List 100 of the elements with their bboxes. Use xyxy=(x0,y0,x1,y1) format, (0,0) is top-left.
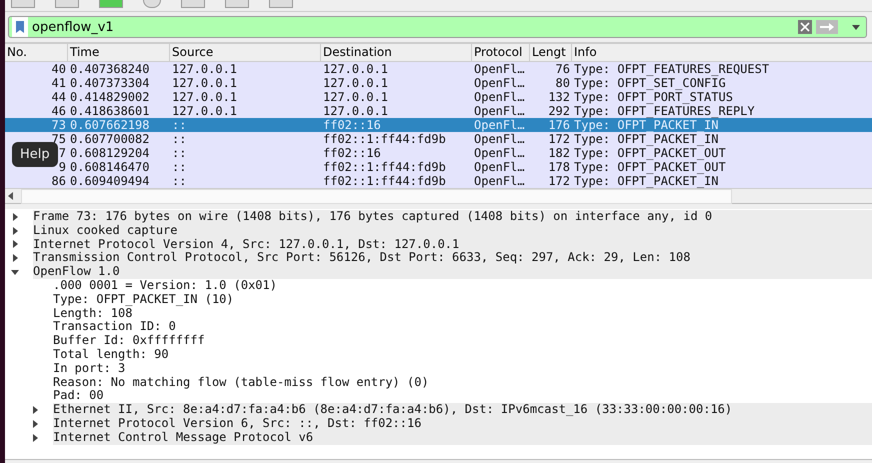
table-cell: 127.0.0.1 xyxy=(323,90,388,104)
table-cell: 127.0.0.1 xyxy=(172,90,238,104)
table-cell: 0.607662198 xyxy=(70,118,150,132)
table-cell: 0.608146470 xyxy=(70,160,150,174)
table-cell: 80 xyxy=(556,76,570,90)
table-cell: Type: OFPT_PORT_STATUS xyxy=(574,90,733,104)
table-cell: Type: OFPT_PACKET_IN xyxy=(574,118,718,132)
table-cell: OpenFl… xyxy=(474,76,525,90)
table-cell: OpenFl… xyxy=(474,118,525,132)
packet-row[interactable]: 46 0.418638601 127.0.0.1 127.0.0.1 OpenFl… 292 Type: OFPT_FEATURES_REPLY xyxy=(5,104,872,118)
column-header[interactable]: Protocol xyxy=(472,44,530,61)
column-header[interactable]: Info xyxy=(572,44,872,61)
table-cell: :: xyxy=(172,160,186,174)
table-cell: OpenFl… xyxy=(474,160,525,174)
expander-icon[interactable] xyxy=(31,420,39,428)
table-cell: Type: OFPT_SET_CONFIG xyxy=(574,76,726,90)
table-cell: Type: OFPT_PACKET_OUT xyxy=(574,160,726,174)
table-cell: 178 xyxy=(548,160,570,174)
table-cell: OpenFl… xyxy=(474,174,525,188)
packet-row[interactable]: 86 0.609409494 :: ff02::1:ff44:fd9b OpenFl… 172 Type: OFPT_PACKET_IN xyxy=(5,174,872,188)
expander-icon[interactable] xyxy=(31,406,39,414)
filter-bar[interactable]: openflow_v1 xyxy=(8,16,867,38)
table-cell: ff02::16 xyxy=(323,118,381,132)
table-cell: 127.0.0.1 xyxy=(172,62,238,76)
table-cell: 0.418638601 xyxy=(70,104,150,118)
table-cell: Type: OFPT_PACKET_IN xyxy=(574,132,718,146)
table-cell: 172 xyxy=(548,174,570,188)
table-cell: 176 xyxy=(548,118,570,132)
table-cell: 46 xyxy=(52,104,66,118)
detail-line[interactable]: Total length: 90 xyxy=(53,348,169,362)
table-cell: 41 xyxy=(52,76,66,90)
table-cell: 40 xyxy=(52,62,66,76)
expander-icon[interactable] xyxy=(11,240,19,248)
table-cell: 0.414829002 xyxy=(70,90,150,104)
table-cell: :: xyxy=(172,118,186,132)
table-cell: OpenFl… xyxy=(474,62,525,76)
tooltip: Help xyxy=(12,142,58,167)
table-cell: OpenFl… xyxy=(474,104,525,118)
toolbar-icon[interactable] xyxy=(143,0,161,8)
table-cell: 127.0.0.1 xyxy=(323,104,388,118)
table-cell: OpenFl… xyxy=(474,146,525,160)
column-header[interactable]: Destination xyxy=(321,44,472,61)
detail-line[interactable]: Buffer Id: 0xffffffff xyxy=(53,334,205,348)
table-cell: 44 xyxy=(52,90,66,104)
table-cell: OpenFl… xyxy=(474,90,525,104)
table-cell: 7 xyxy=(58,146,66,160)
column-header[interactable]: Source xyxy=(170,44,321,61)
table-cell: 9 xyxy=(58,160,66,174)
detail-line[interactable]: Type: OFPT_PACKET_IN (10) xyxy=(53,292,234,307)
column-header[interactable]: Time xyxy=(68,44,170,61)
expander-icon[interactable] xyxy=(31,434,39,442)
table-cell: :: xyxy=(172,174,186,188)
packet-row[interactable]: 41 0.407373304 127.0.0.1 127.0.0.1 OpenFl… 80 Type: OFPT_SET_CONFIG xyxy=(5,76,872,90)
expander-icon[interactable] xyxy=(11,226,19,235)
table-cell: 86 xyxy=(52,174,66,188)
table-cell: 172 xyxy=(548,132,570,146)
table-cell: 292 xyxy=(548,104,570,118)
column-header[interactable]: Lengt xyxy=(530,44,572,61)
table-cell: :: xyxy=(172,132,186,146)
dropdown-icon[interactable] xyxy=(852,24,860,30)
packet-row[interactable]: 9 0.608146470 :: ff02::1:ff44:fd9b OpenFl… 178 Type: OFPT_PACKET_OUT xyxy=(5,160,872,174)
detail-line[interactable]: .000 0001 = Version: 1.0 (0x01) xyxy=(53,278,277,293)
table-cell: 0.609409494 xyxy=(70,174,150,188)
table-cell: OpenFl… xyxy=(474,132,525,146)
table-cell: 127.0.0.1 xyxy=(172,104,238,118)
scroll-left-icon[interactable] xyxy=(8,192,13,200)
table-cell: Type: OFPT_FEATURES_REPLY xyxy=(574,104,755,118)
expander-icon[interactable] xyxy=(11,212,19,221)
table-cell: 0.407373304 xyxy=(70,76,150,90)
table-cell: 0.607700082 xyxy=(70,132,150,146)
detail-line[interactable]: Pad: 00 xyxy=(53,389,104,404)
table-cell: ff02::16 xyxy=(323,146,381,160)
table-cell: ff02::1:ff44:fd9b xyxy=(323,160,446,174)
detail-line[interactable]: Transaction ID: 0 xyxy=(53,320,176,334)
table-cell: 127.0.0.1 xyxy=(323,76,388,90)
filter-field[interactable]: openflow_v1 xyxy=(32,20,794,34)
detail-line[interactable]: Length: 108 xyxy=(53,306,132,320)
table-cell: 73 xyxy=(52,118,66,132)
detail-line[interactable]: In port: 3 xyxy=(53,362,126,376)
table-cell: Type: OFPT_FEATURES_REQUEST xyxy=(574,62,770,76)
clear-icon[interactable] xyxy=(798,20,812,34)
packet-row[interactable]: 44 0.414829002 127.0.0.1 127.0.0.1 OpenFl… 132 Type: OFPT_PORT_STATUS xyxy=(5,90,872,104)
table-cell: Type: OFPT_PACKET_IN xyxy=(574,174,718,188)
column-header[interactable]: No. xyxy=(5,44,68,61)
table-cell: 0.608129204 xyxy=(70,146,150,160)
packet-row[interactable]: 40 0.407368240 127.0.0.1 127.0.0.1 OpenFl… 76 Type: OFPT_FEATURES_REQUEST xyxy=(5,62,872,76)
table-cell: 127.0.0.1 xyxy=(172,76,238,90)
table-cell: 127.0.0.1 xyxy=(323,62,388,76)
table-cell: 0.407368240 xyxy=(70,62,150,76)
bookmark-icon[interactable] xyxy=(12,17,28,37)
expander-icon[interactable] xyxy=(11,268,19,276)
table-cell: ff02::1:ff44:fd9b xyxy=(323,132,446,146)
table-cell: 132 xyxy=(548,90,570,104)
table-cell: ff02::1:ff44:fd9b xyxy=(323,174,446,188)
packet-row[interactable]: 75 0.607700082 :: ff02::1:ff44:fd9b OpenFl… 172 Type: OFPT_PACKET_IN xyxy=(5,132,872,146)
table-cell: 76 xyxy=(556,62,570,76)
table-cell: 182 xyxy=(548,146,570,160)
expander-icon[interactable] xyxy=(11,254,19,262)
table-cell: :: xyxy=(172,146,186,160)
detail-line[interactable]: Reason: No matching flow (table-miss flow entry) (0) xyxy=(53,376,429,390)
